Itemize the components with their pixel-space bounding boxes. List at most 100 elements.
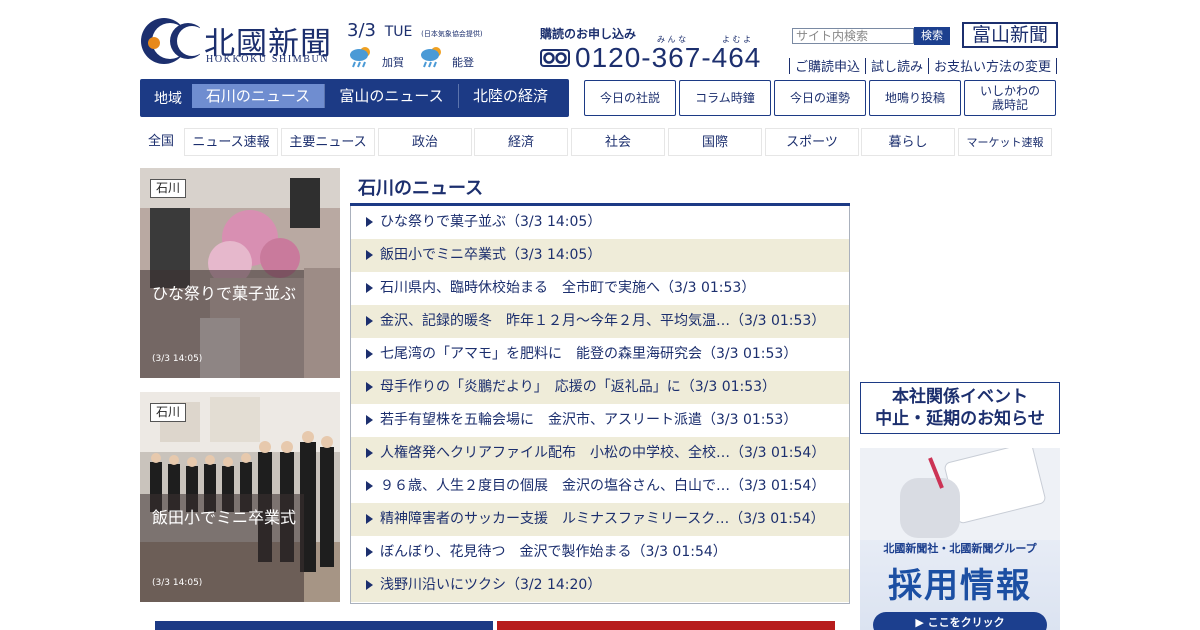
divider [1056, 58, 1058, 74]
search-button[interactable]: 検索 [914, 27, 950, 45]
event-cancellation-notice[interactable]: 本社関係イベント 中止・延期のお知らせ [860, 382, 1060, 434]
list-item[interactable]: ひな祭りで菓子並ぶ（3/3 14:05） [351, 206, 849, 239]
column-jisho-button[interactable]: コラム時鐘 [679, 80, 771, 116]
weather-source[interactable]: (日本気象協会提供) [421, 30, 482, 38]
category-economy[interactable]: 経済 [474, 128, 568, 156]
horoscope-button[interactable]: 今日の運勢 [774, 80, 866, 116]
bottom-banner-1[interactable] [155, 621, 493, 630]
photo-caption[interactable]: ひな祭りで菓子並ぶ [152, 280, 296, 304]
subscribe-phone-number[interactable]: 0120-367-464 [575, 42, 761, 74]
weather-noto[interactable]: 能登 [418, 44, 478, 70]
list-item[interactable]: 石川県内、臨時休校始まる 全市町で実施へ（3/3 01:53） [351, 272, 849, 305]
news-headline[interactable]: 飯田小でミニ卒業式（3/3 14:05） [380, 239, 601, 272]
news-section-title: 石川のニュース [358, 178, 484, 199]
news-headline[interactable]: 浅野川沿いにツクシ（3/2 14:20） [380, 569, 601, 602]
weather-area-label: 能登 [452, 56, 474, 69]
photo-date: (3/3 14:05) [152, 578, 203, 588]
arrow-right-icon [366, 250, 373, 260]
photo-story-2[interactable]: 石川 飯田小でミニ卒業式 (3/3 14:05) [140, 392, 340, 602]
category-market-news[interactable]: マーケット速報 [958, 128, 1052, 156]
date-display: 3/3 TUE (日本気象協会提供) [347, 20, 483, 41]
tab-ishikawa-news[interactable]: 石川のニュース [192, 84, 324, 108]
weekday: TUE [384, 24, 413, 40]
arrow-right-icon [366, 415, 373, 425]
link-trial[interactable]: 試し読み [871, 60, 923, 75]
recruit-banner[interactable]: 北國新聞社・北國新聞グループ 採用情報 ▶ ここをクリック [860, 448, 1060, 630]
news-headline[interactable]: 石川県内、臨時休校始まる 全市町で実施へ（3/3 01:53） [380, 272, 755, 305]
divider [865, 58, 867, 74]
region-nav: 地域 石川のニュース 富山のニュース 北陸の経済 [140, 79, 569, 117]
header-links: ご購読申込 試し読み お支払い方法の変更 [784, 56, 1062, 75]
link-subscribe[interactable]: ご購読申込 [795, 60, 860, 75]
date: 3/3 [347, 20, 376, 41]
arrow-right-icon [366, 316, 373, 326]
photo-caption[interactable]: 飯田小でミニ卒業式 [152, 504, 296, 528]
news-headline[interactable]: ぼんぼり、花見待つ 金沢で製作始まる（3/3 01:54） [380, 536, 727, 569]
arrow-right-icon [366, 283, 373, 293]
region-tag: 石川 [150, 403, 187, 422]
tab-hokuriku-economy[interactable]: 北陸の経済 [458, 84, 562, 108]
arrow-right-icon [366, 580, 373, 590]
list-item[interactable]: 七尾湾の「アマモ」を肥料に 能登の森里海研究会（3/3 01:53） [351, 338, 849, 371]
photo-story-1[interactable]: 石川 ひな祭りで菓子並ぶ (3/3 14:05) [140, 168, 340, 378]
rain-sun-icon [421, 47, 441, 68]
bottom-banner-2[interactable] [497, 621, 835, 630]
category-breaking-news[interactable]: ニュース速報 [184, 128, 278, 156]
hand-tablet-icon [860, 448, 1060, 540]
news-headline[interactable]: 七尾湾の「アマモ」を肥料に 能登の森里海研究会（3/3 01:53） [380, 338, 797, 371]
list-item[interactable]: 人権啓発へクリアファイル配布 小松の中学校、全校…（3/3 01:54） [351, 437, 849, 470]
arrow-right-icon [366, 481, 373, 491]
arrow-right-icon [366, 547, 373, 557]
divider [928, 58, 930, 74]
arrow-right-icon [366, 349, 373, 359]
category-society[interactable]: 社会 [571, 128, 665, 156]
list-item[interactable]: 母手作りの「炎鵬だより」 応援の「返礼品」に（3/3 01:53） [351, 371, 849, 404]
list-item[interactable]: 浅野川沿いにツクシ（3/2 14:20） [351, 569, 849, 602]
freedial-icon [540, 49, 570, 67]
site-logo[interactable]: 北國新聞 HOKKOKU SHIMBUN [140, 14, 340, 68]
category-living[interactable]: 暮らし [861, 128, 955, 156]
category-sports[interactable]: スポーツ [765, 128, 859, 156]
category-top-news[interactable]: 主要ニュース [281, 128, 375, 156]
news-headline[interactable]: 若手有望株を五輪会場に 金沢市、アスリート派遣（3/3 01:53） [380, 404, 797, 437]
recruit-subtitle: 北國新聞社・北國新聞グループ [883, 542, 1037, 555]
category-international[interactable]: 国際 [668, 128, 762, 156]
weather-area-label: 加賀 [382, 56, 404, 69]
news-headline[interactable]: 金沢、記録的暖冬 昨年１２月～今年２月、平均気温…（3/3 01:53） [380, 305, 825, 338]
tab-toyama-news[interactable]: 富山のニュース [324, 84, 458, 108]
editorial-button[interactable]: 今日の社説 [584, 80, 676, 116]
news-headline[interactable]: 母手作りの「炎鵬だより」 応援の「返礼品」に（3/3 01:53） [380, 371, 776, 404]
news-headline[interactable]: 人権啓発へクリアファイル配布 小松の中学校、全校…（3/3 01:54） [380, 437, 825, 470]
news-headline[interactable]: ひな祭りで菓子並ぶ（3/3 14:05） [380, 206, 601, 239]
list-item[interactable]: 金沢、記録的暖冬 昨年１２月～今年２月、平均気温…（3/3 01:53） [351, 305, 849, 338]
region-nav-label: 地域 [154, 91, 182, 107]
photo-date: (3/3 14:05) [152, 354, 203, 364]
list-item[interactable]: ９６歳、人生２度目の個展 金沢の塩谷さん、白山で…（3/3 01:54） [351, 470, 849, 503]
subscribe-label: 購読のお申し込み [540, 27, 637, 41]
category-politics[interactable]: 政治 [378, 128, 472, 156]
hokkoku-logo-icon [141, 18, 200, 64]
list-item[interactable]: 精神障害者のサッカー支援 ルミナスファミリースク…（3/3 01:54） [351, 503, 849, 536]
site-search-input[interactable] [792, 28, 914, 44]
region-tag: 石川 [150, 179, 187, 198]
arrow-right-icon [366, 382, 373, 392]
ishikawa-calendar-button[interactable]: いしかわの 歳時記 [964, 80, 1056, 116]
list-item[interactable]: 若手有望株を五輪会場に 金沢市、アスリート派遣（3/3 01:53） [351, 404, 849, 437]
recruit-title: 採用情報 [888, 566, 1032, 606]
arrow-right-icon [366, 514, 373, 524]
toyama-shimbun-button[interactable]: 富山新聞 [962, 22, 1058, 48]
category-national[interactable]: 全国 [140, 128, 182, 156]
arrow-right-icon [366, 217, 373, 227]
logo-subtitle: HOKKOKU SHIMBUN [206, 54, 330, 65]
list-item[interactable]: 飯田小でミニ卒業式（3/3 14:05） [351, 239, 849, 272]
list-item[interactable]: ぼんぼり、花見待つ 金沢で製作始まる（3/3 01:54） [351, 536, 849, 569]
news-headline[interactable]: ９６歳、人生２度目の個展 金沢の塩谷さん、白山で…（3/3 01:54） [380, 470, 825, 503]
news-headline[interactable]: 精神障害者のサッカー支援 ルミナスファミリースク…（3/3 01:54） [380, 503, 825, 536]
rain-sun-icon [350, 47, 370, 68]
arrow-right-icon [366, 448, 373, 458]
reader-posts-button[interactable]: 地鳴り投稿 [869, 80, 961, 116]
recruit-click-button[interactable]: ▶ ここをクリック [873, 612, 1047, 630]
weather-kaga[interactable]: 加賀 [347, 44, 407, 70]
link-payment-change[interactable]: お支払い方法の変更 [934, 60, 1051, 75]
news-list: ひな祭りで菓子並ぶ（3/3 14:05） 飯田小でミニ卒業式（3/3 14:05… [350, 206, 850, 604]
